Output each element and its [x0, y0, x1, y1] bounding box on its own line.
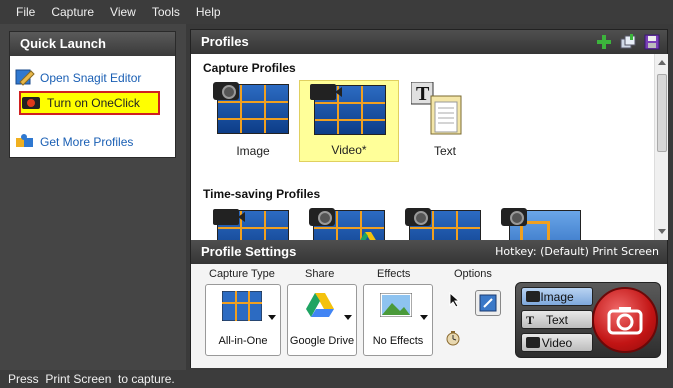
menu-bar: File Capture View Tools Help [0, 0, 673, 24]
all-in-one-icon [221, 290, 263, 324]
video-camera-icon [213, 209, 245, 225]
profiles-title: Profiles [201, 34, 249, 49]
text-capture-icon: T [410, 81, 471, 139]
effects-value: No Effects [372, 335, 424, 347]
menu-capture[interactable]: Capture [43, 0, 102, 24]
video-camera-icon [526, 337, 540, 348]
save-profile-icon[interactable] [643, 33, 661, 51]
scrollbar-thumb[interactable] [657, 74, 667, 152]
chevron-down-icon [420, 315, 428, 320]
profile-text-label: Text [433, 144, 456, 158]
mode-video-label: Video [541, 335, 573, 350]
profile-video[interactable]: Video* [299, 80, 399, 162]
svg-text:T: T [416, 83, 430, 105]
effects-label: Effects [377, 268, 411, 280]
profile-image-label: Image [236, 144, 270, 158]
mode-text-button[interactable]: T Text [521, 310, 593, 329]
status-text: Press Print Screen to capture. [8, 372, 175, 386]
capture-camera-icon [607, 305, 643, 338]
turn-on-oneclick-link[interactable]: Turn on OneClick [19, 91, 160, 115]
capture-type-dropdown[interactable]: All-in-One [205, 284, 281, 356]
quick-launch-panel: Quick Launch Open Snagit Editor Turn on … [9, 31, 176, 158]
chevron-down-icon [344, 315, 352, 320]
status-bar: Press Print Screen to capture. [0, 370, 673, 388]
delay-timer-icon[interactable] [445, 330, 461, 349]
chevron-down-icon [268, 315, 276, 320]
capture-type-value: All-in-One [218, 335, 268, 347]
menu-tools[interactable]: Tools [144, 0, 188, 24]
profile-settings-header: Profile Settings Hotkey: (Default) Print… [191, 240, 667, 264]
profiles-toolbar [595, 33, 661, 51]
timesaving-profile-4[interactable] [491, 206, 591, 240]
profiles-panel: Profiles Capture Profiles Image Video* T… [190, 29, 668, 368]
options-label: Options [454, 268, 492, 280]
camera-icon [526, 291, 540, 302]
time-saving-profiles-heading: Time-saving Profiles [203, 187, 321, 201]
mode-image-label: Image [540, 289, 574, 304]
share-dropdown[interactable]: Google Drive [287, 284, 357, 356]
snagit-editor-icon [14, 68, 36, 88]
get-more-profiles-label: Get More Profiles [40, 135, 134, 149]
add-profile-icon[interactable] [595, 33, 613, 51]
scroll-down-icon[interactable] [658, 229, 666, 234]
profiles-header: Profiles [191, 30, 667, 54]
profile-settings-body: Capture Type Share Effects Options All-i… [191, 264, 667, 368]
get-more-profiles-link[interactable]: Get More Profiles [14, 130, 133, 154]
mode-video-button[interactable]: Video [521, 333, 593, 352]
google-drive-icon [359, 232, 377, 240]
manage-profiles-icon[interactable] [619, 33, 637, 51]
cursor-icon[interactable] [449, 291, 461, 311]
share-value: Google Drive [289, 335, 355, 347]
menu-file[interactable]: File [8, 0, 43, 24]
mode-image-button[interactable]: Image [521, 287, 593, 306]
hotkey-label[interactable]: Hotkey: (Default) Print Screen [495, 240, 659, 264]
capture-type-label: Capture Type [209, 268, 275, 280]
menu-view[interactable]: View [102, 0, 144, 24]
share-label: Share [305, 268, 335, 280]
google-drive-icon [306, 293, 334, 320]
capture-profiles-heading: Capture Profiles [203, 61, 296, 75]
text-icon: T [526, 313, 535, 327]
scroll-up-icon[interactable] [658, 60, 666, 65]
timesaving-profile-2[interactable] [299, 206, 399, 240]
profiles-scrollbar[interactable] [654, 54, 668, 240]
puzzle-icon [14, 132, 36, 152]
preview-window-icon[interactable] [475, 290, 501, 316]
camera-icon [501, 208, 527, 226]
open-snagit-editor-link[interactable]: Open Snagit Editor [14, 66, 141, 90]
menu-help[interactable]: Help [188, 0, 229, 24]
profile-image[interactable]: Image [203, 80, 303, 162]
profiles-list: Capture Profiles Image Video* T Text Tim… [191, 54, 653, 240]
profile-text[interactable]: T Text [395, 80, 495, 162]
camera-icon [405, 208, 431, 226]
quick-launch-title: Quick Launch [10, 32, 175, 56]
effects-picture-icon [379, 292, 413, 320]
camera-icon [213, 82, 239, 100]
oneclick-icon [21, 93, 43, 113]
timesaving-profile-3[interactable] [395, 206, 495, 240]
video-camera-icon [310, 84, 342, 100]
left-pane: Quick Launch Open Snagit Editor Turn on … [0, 24, 186, 370]
turn-on-oneclick-label: Turn on OneClick [47, 96, 140, 110]
timesaving-profile-1[interactable] [203, 206, 303, 240]
camera-icon [309, 208, 335, 226]
profile-settings-title: Profile Settings [201, 244, 297, 259]
capture-mode-panel: Image T Text Video [515, 282, 661, 358]
effects-dropdown[interactable]: No Effects [363, 284, 433, 356]
right-pane: Profiles Capture Profiles Image Video* T… [186, 24, 673, 370]
open-snagit-editor-label: Open Snagit Editor [40, 71, 142, 85]
profile-video-label: Video* [331, 143, 367, 157]
capture-button[interactable] [592, 287, 658, 353]
mode-text-label: Text [545, 312, 568, 327]
